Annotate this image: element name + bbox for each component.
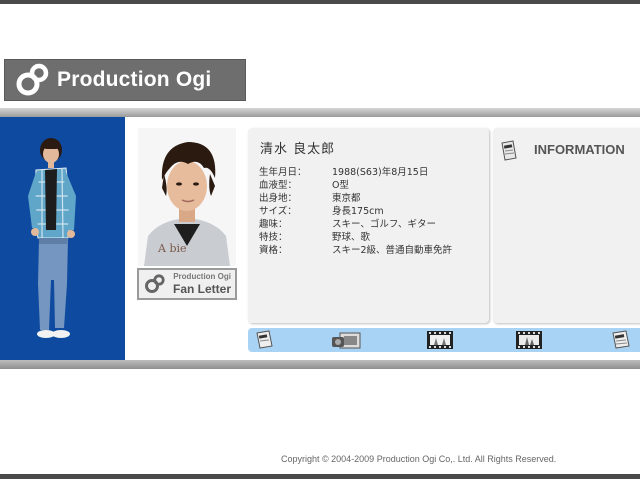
- profile-row-blood-type: 血液型： O型: [259, 179, 452, 192]
- portrait-photo: A bie: [138, 128, 236, 266]
- info-card-icon: [256, 330, 273, 349]
- film-photo-icon: [516, 331, 542, 349]
- info-nav-button-2[interactable]: [608, 330, 634, 350]
- profile-details: 生年月日： 1988(S63)年8月15日 血液型： O型 出身地： 東京都 サ…: [259, 166, 452, 257]
- profile-value: O型: [332, 180, 349, 191]
- site-logo[interactable]: Production Ogi: [4, 59, 246, 101]
- profile-row-skills: 特技： 野球、歌: [259, 231, 452, 244]
- profile-row-birthday: 生年月日： 1988(S63)年8月15日: [259, 166, 452, 179]
- info-nav-button[interactable]: [254, 330, 276, 350]
- photo-film-nav-button-1[interactable]: [426, 330, 454, 350]
- profile-value: 1988(S63)年8月15日: [332, 167, 429, 178]
- profile-value: スキー2級、普通自動車免許: [332, 245, 453, 256]
- profile-value: 東京都: [332, 193, 361, 204]
- profile-key: サイズ：: [259, 206, 297, 217]
- profile-key: 生年月日：: [259, 167, 307, 178]
- profile-key: 資格：: [259, 245, 288, 256]
- logo-mark-icon: [145, 274, 165, 293]
- logo-text: Production Ogi: [57, 68, 212, 91]
- footer-copyright: Copyright © 2004-2009 Production Ogi Co,…: [281, 454, 557, 464]
- band-top-edge: [0, 108, 640, 117]
- fan-letter-mainlabel: Fan Letter: [172, 282, 231, 296]
- profile-key: 出身地：: [259, 193, 298, 204]
- profile-value: スキー、ゴルフ、ギター: [332, 219, 437, 230]
- profile-value: 身長175cm: [332, 206, 384, 217]
- profile-name: 清水 良太郎: [260, 142, 336, 157]
- info-card-icon: [612, 330, 630, 349]
- profile-row-birthplace: 出身地： 東京都: [259, 192, 452, 205]
- media-nav-strip: [248, 328, 640, 352]
- profile-row-hobbies: 趣味： スキー、ゴルフ、ギター: [259, 218, 452, 231]
- camera-nav-button[interactable]: [330, 330, 362, 350]
- profile-key: 特技：: [259, 232, 288, 243]
- info-card-icon: [501, 140, 517, 161]
- information-card: INFORMATION: [493, 128, 640, 323]
- profile-row-size: サイズ： 身長175cm: [259, 205, 452, 218]
- information-title: INFORMATION: [534, 142, 625, 157]
- svg-text:A bie: A bie: [157, 242, 187, 255]
- profile-card: 清水 良太郎 生年月日： 1988(S63)年8月15日 血液型： O型 出身地…: [248, 128, 489, 323]
- logo-mark-icon: [16, 63, 49, 96]
- profile-key: 血液型：: [259, 180, 298, 191]
- fan-letter-sublabel: Production Ogi: [173, 272, 231, 281]
- band-bottom-edge: [0, 360, 640, 369]
- top-border: [0, 0, 640, 4]
- fan-letter-label: Production Ogi Fan Letter: [166, 272, 235, 296]
- profile-value: 野球、歌: [332, 232, 371, 243]
- fan-letter-button[interactable]: Production Ogi Fan Letter: [137, 268, 237, 300]
- profile-key: 趣味：: [259, 219, 288, 230]
- camera-icon: [332, 332, 361, 349]
- profile-row-qualifications: 資格： スキー2級、普通自動車免許: [259, 244, 452, 257]
- film-photo-icon: [427, 331, 453, 349]
- photo-film-nav-button-2[interactable]: [515, 330, 543, 350]
- bottom-border: [0, 474, 640, 479]
- full-body-photo: [28, 138, 76, 338]
